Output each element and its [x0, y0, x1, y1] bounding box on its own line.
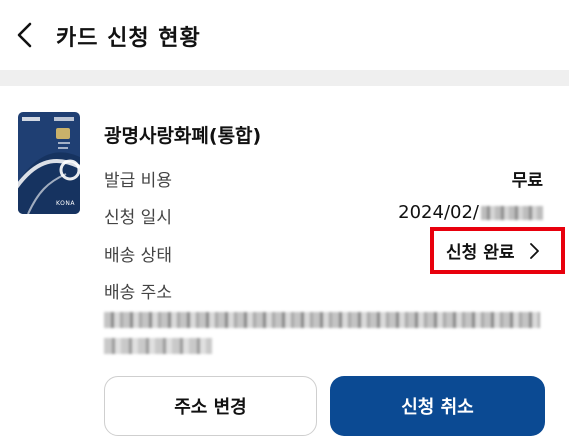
top-header: 카드 신청 현황: [0, 0, 569, 70]
date-label: 신청 일시: [104, 208, 172, 228]
shipping-label: 배송 상태: [104, 246, 172, 266]
date-value-text: 2024/02/: [398, 202, 479, 223]
cancel-application-button[interactable]: 신청 취소: [330, 376, 545, 436]
address-redacted: [104, 308, 540, 358]
card-brand-text: KONA: [56, 200, 75, 207]
fee-label: 발급 비용: [104, 171, 172, 191]
shipping-status-link[interactable]: 신청 완료: [430, 227, 565, 274]
chevron-left-icon: [17, 22, 32, 48]
card-name: 광명사랑화폐(통합): [104, 125, 262, 147]
shipping-status: 신청 완료: [446, 243, 515, 263]
chevron-right-icon: [528, 242, 540, 260]
page-title: 카드 신청 현황: [56, 26, 201, 51]
section-divider: [0, 70, 569, 86]
card-image: KONA: [18, 112, 80, 214]
back-button[interactable]: [8, 18, 42, 52]
change-address-button[interactable]: 주소 변경: [104, 376, 317, 436]
address-label: 배송 주소: [104, 283, 172, 303]
fee-value: 무료: [511, 171, 543, 191]
date-value: 2024/02/: [398, 202, 543, 223]
date-redacted: [481, 206, 543, 220]
